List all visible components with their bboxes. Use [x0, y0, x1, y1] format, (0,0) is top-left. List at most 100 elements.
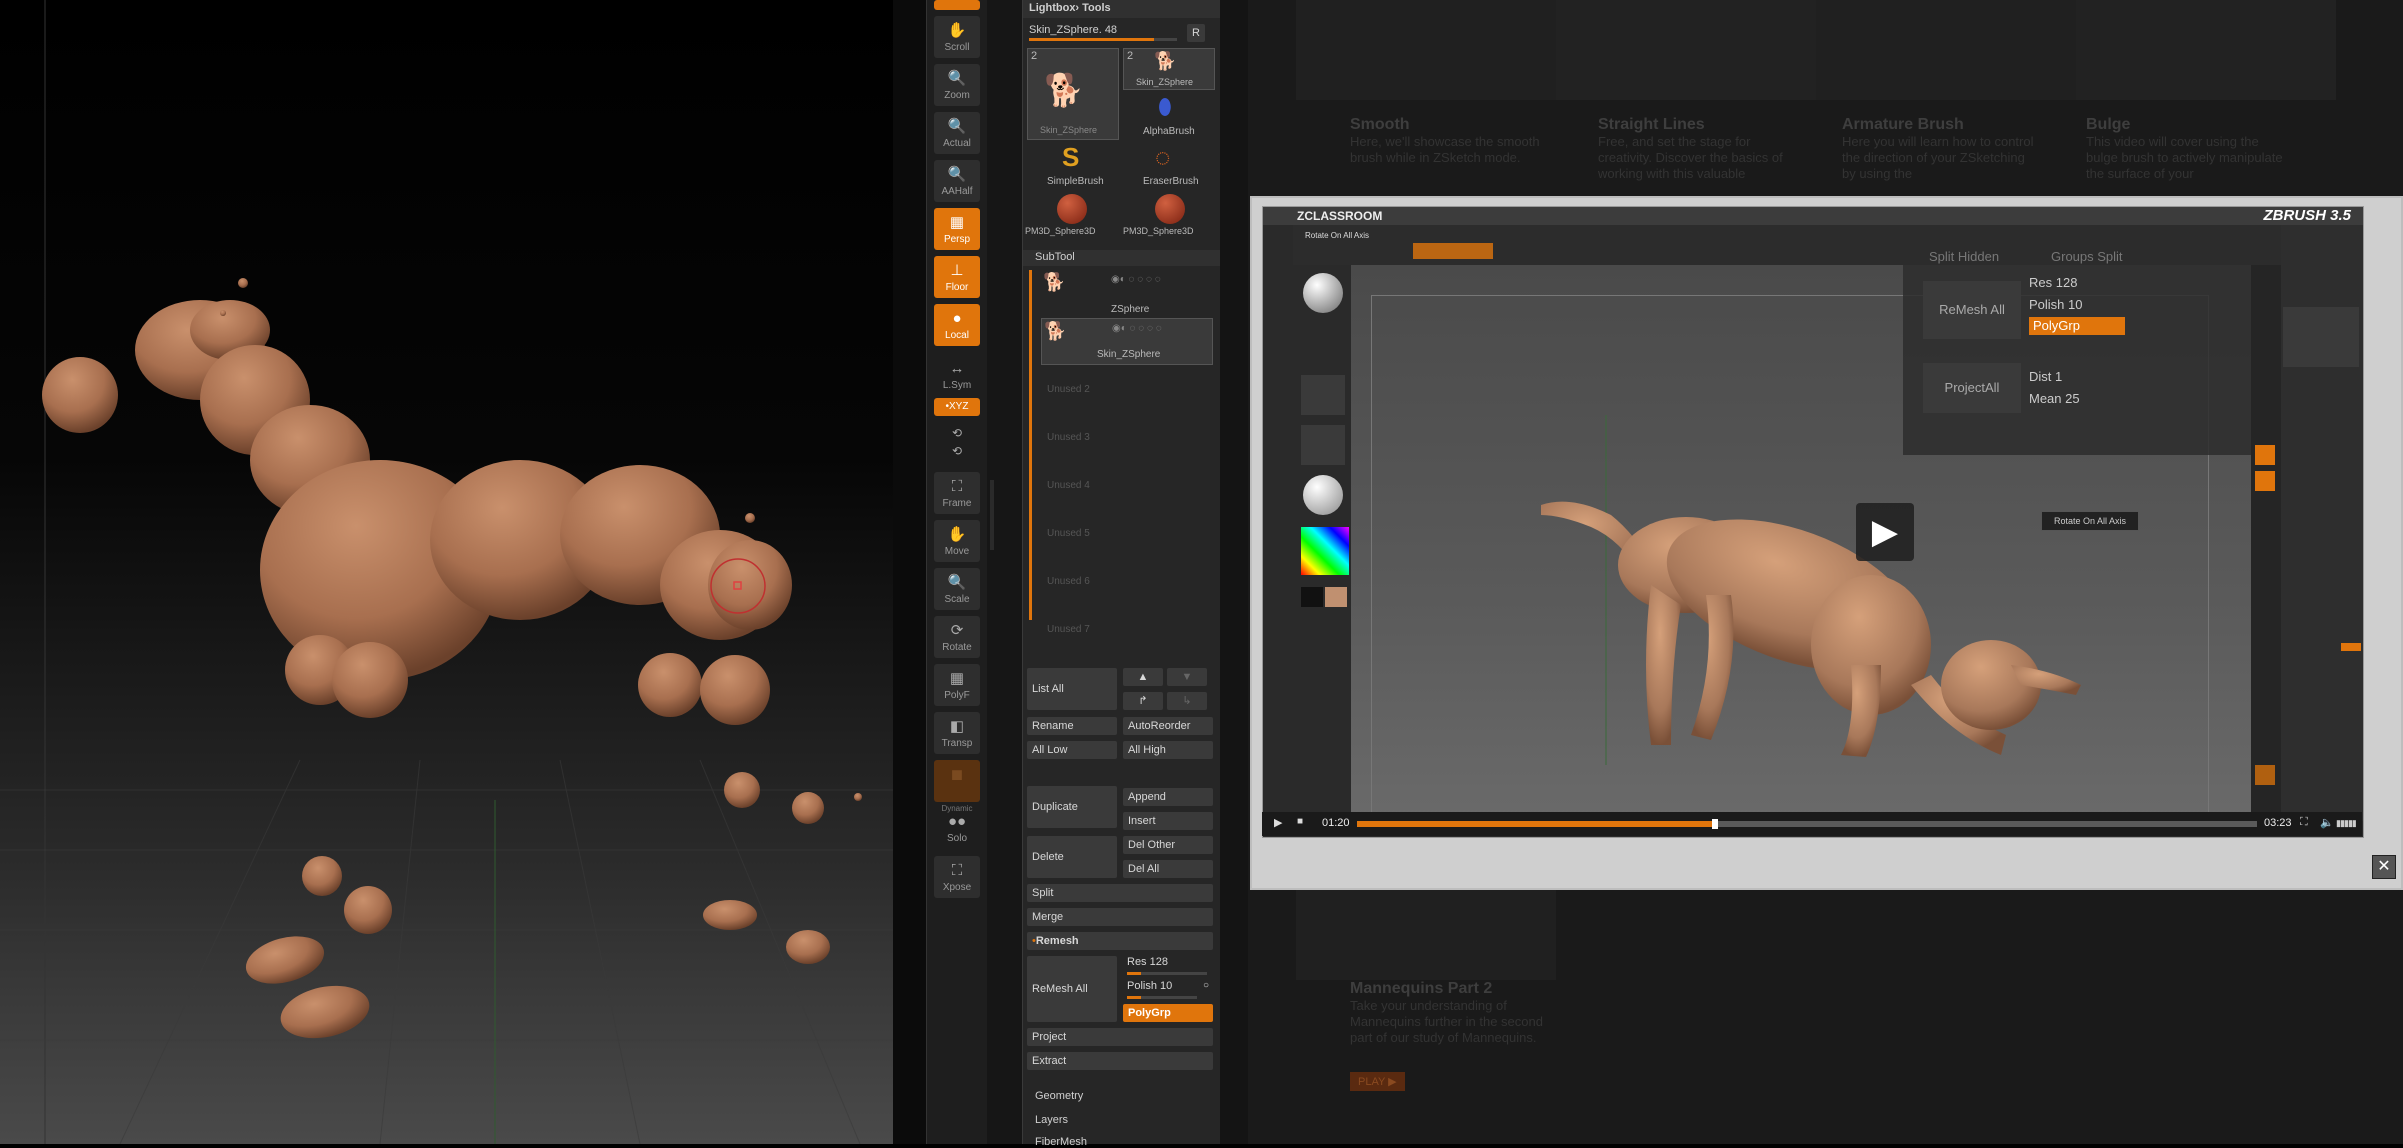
append-button[interactable]: Append: [1123, 788, 1213, 806]
polygrp-button[interactable]: PolyGrp: [1123, 1004, 1213, 1022]
list-all-button[interactable]: List All: [1027, 668, 1117, 710]
floor-icon: ⊥: [950, 262, 964, 279]
solo-button[interactable]: Dynamic ●● Solo: [934, 804, 980, 850]
extract-menu[interactable]: Extract: [1027, 1052, 1213, 1070]
polish-circle-icon[interactable]: ○: [1203, 980, 1209, 991]
merge-menu[interactable]: Merge: [1027, 908, 1213, 926]
card-thumb[interactable]: [1816, 0, 2076, 100]
tool-size-slider[interactable]: [1029, 38, 1177, 41]
res-slider[interactable]: Res 128: [1123, 956, 1213, 975]
tool-thumb-simplebrush[interactable]: S SimpleBrush: [1027, 142, 1117, 188]
subtool-unused-slot[interactable]: Unused 6: [1047, 576, 1090, 587]
move-button[interactable]: ✋ Move: [934, 520, 980, 562]
rotate-button[interactable]: ⟳ Rotate: [934, 616, 980, 658]
duplicate-button[interactable]: Duplicate: [1027, 786, 1117, 828]
geometry-menu[interactable]: Geometry: [1035, 1090, 1083, 1102]
card-title[interactable]: Bulge: [2086, 116, 2130, 134]
xyz-button[interactable]: •XYZ: [934, 398, 980, 416]
zoom-button[interactable]: 🔍 Zoom: [934, 64, 980, 106]
frame-button[interactable]: ⛶ Frame: [934, 472, 980, 514]
persp-button[interactable]: ▦ Persp: [934, 208, 980, 250]
r-button[interactable]: R: [1187, 24, 1205, 42]
subtool-unused-slot[interactable]: Unused 3: [1047, 432, 1090, 443]
ghost-button[interactable]: ◼: [934, 760, 980, 802]
play-icon[interactable]: ▶: [1856, 503, 1914, 561]
card-thumb[interactable]: [1296, 890, 1556, 980]
fullscreen-icon[interactable]: ⛶: [2300, 816, 2308, 829]
subtool-visibility-icons[interactable]: ◉◐ ◌ ◌ ◌ ◌: [1111, 274, 1161, 285]
skin-zsphere-model[interactable]: [42, 278, 862, 1046]
seek-handle[interactable]: [1712, 819, 1719, 829]
subtool-header[interactable]: SubTool: [1023, 250, 1220, 266]
card-thumb[interactable]: [1556, 0, 1816, 100]
subtool-unused-slot[interactable]: Unused 7: [1047, 624, 1090, 635]
play-button[interactable]: PLAY ▶: [1350, 1072, 1405, 1091]
zclassroom-logo: ZCLASSROOM: [1297, 209, 1383, 223]
scroll-button[interactable]: ✋ Scroll: [934, 16, 980, 58]
tool-thumb-skin-zsphere-1[interactable]: 2 🐕 Skin_ZSphere: [1027, 48, 1119, 140]
volume-level-icon[interactable]: ▮▮▮▮▮: [2336, 818, 2357, 829]
tool-thumb-pm3d-sphere-1[interactable]: PM3D_Sphere3D: [1023, 192, 1120, 238]
video-player[interactable]: ZCLASSROOM ZBRUSH 3.5 Rotate On All Axis: [1262, 206, 2364, 838]
scale-button[interactable]: 🔍 Scale: [934, 568, 980, 610]
axis-rotate-toggles[interactable]: ⟲ ⟲: [934, 422, 980, 462]
card-thumb[interactable]: [1296, 0, 1556, 100]
del-all-button[interactable]: Del All: [1123, 860, 1213, 878]
play-small-icon[interactable]: ▶: [1274, 816, 1282, 829]
layers-menu[interactable]: Layers: [1035, 1114, 1068, 1126]
subtool-unused-slot[interactable]: Unused 4: [1047, 480, 1090, 491]
zoom-icon: 🔍: [947, 70, 967, 87]
eraserbrush-icon: ◌: [1155, 142, 1171, 172]
card-title[interactable]: Armature Brush: [1842, 116, 1964, 134]
tool-thumb-alphabrush[interactable]: ⬮ AlphaBrush: [1123, 92, 1213, 138]
rename-button[interactable]: Rename: [1027, 717, 1117, 735]
polish-slider[interactable]: Polish 10 ○: [1123, 980, 1213, 999]
perspective-icon: ▦: [949, 214, 965, 231]
fibermesh-menu[interactable]: FiberMesh: [1035, 1136, 1087, 1148]
seek-bar[interactable]: [1357, 819, 2257, 829]
insert-button[interactable]: Insert: [1123, 812, 1213, 830]
move-down-arrow-icon[interactable]: ▼: [1167, 668, 1207, 686]
subtool-item-skin-zsphere[interactable]: 🐕 ◉◐ ◌ ◌ ◌ ◌ Skin_ZSphere: [1041, 318, 1213, 365]
del-other-button[interactable]: Del Other: [1123, 836, 1213, 854]
volume-icon[interactable]: 🔈: [2320, 816, 2334, 829]
tool-thumb-skin-zsphere-2[interactable]: 2 🐕 Skin_ZSphere: [1123, 48, 1215, 90]
lsym-button[interactable]: ↔ L.Sym: [934, 358, 980, 392]
floor-button[interactable]: ⊥ Floor: [934, 256, 980, 298]
tool-thumb-eraserbrush[interactable]: ◌ EraserBrush: [1123, 142, 1213, 188]
delete-button[interactable]: Delete: [1027, 836, 1117, 878]
reorder-arrow-icon[interactable]: ↱: [1123, 692, 1163, 710]
subtool-unused-slot[interactable]: Unused 5: [1047, 528, 1090, 539]
viewport-canvas[interactable]: [0, 0, 893, 1144]
subtool-visibility-icons[interactable]: ◉◐ ◌ ◌ ◌ ◌: [1112, 323, 1162, 334]
card-title[interactable]: Mannequins Part 2: [1350, 980, 1492, 998]
actual-button[interactable]: 🔍 Actual: [934, 112, 980, 154]
remesh-menu[interactable]: •Remesh: [1027, 932, 1213, 950]
stop-icon[interactable]: ■: [1297, 816, 1303, 827]
remesh-all-button[interactable]: ReMesh All: [1027, 956, 1117, 1022]
card-title[interactable]: Straight Lines: [1598, 116, 1705, 134]
rotate-icon: ⟳: [950, 622, 964, 639]
all-low-button[interactable]: All Low: [1027, 741, 1117, 759]
transp-button[interactable]: ◧ Transp: [934, 712, 980, 754]
polyf-button[interactable]: ▦ PolyF: [934, 664, 980, 706]
card-title[interactable]: Smooth: [1350, 116, 1410, 134]
current-time: 01:20: [1322, 817, 1350, 829]
split-menu[interactable]: Split: [1027, 884, 1213, 902]
aahalf-button[interactable]: 🔍 AAHalf: [934, 160, 980, 202]
subtool-unused-slot[interactable]: Unused 2: [1047, 384, 1090, 395]
reorder-down-arrow-icon[interactable]: ↳: [1167, 692, 1207, 710]
auto-reorder-button[interactable]: AutoReorder: [1123, 717, 1213, 735]
subtool-item-zsphere[interactable]: 🐕 ◉◐ ◌ ◌ ◌ ◌ ZSphere: [1041, 270, 1211, 315]
xpose-button[interactable]: ⛶ Xpose: [934, 856, 980, 898]
tool-thumb-pm3d-sphere-2[interactable]: PM3D_Sphere3D: [1121, 192, 1218, 238]
subtool-scrollbar[interactable]: [1029, 270, 1032, 620]
zbrush-viewport[interactable]: [0, 0, 893, 1144]
project-menu[interactable]: Project: [1027, 1028, 1213, 1046]
all-high-button[interactable]: All High: [1123, 741, 1213, 759]
lightbox-header[interactable]: Lightbox› Tools: [1023, 0, 1220, 18]
move-up-arrow-icon[interactable]: ▲: [1123, 668, 1163, 686]
card-thumb[interactable]: [2076, 0, 2336, 100]
close-icon[interactable]: ✕: [2372, 855, 2396, 879]
local-button[interactable]: ● Local: [934, 304, 980, 346]
